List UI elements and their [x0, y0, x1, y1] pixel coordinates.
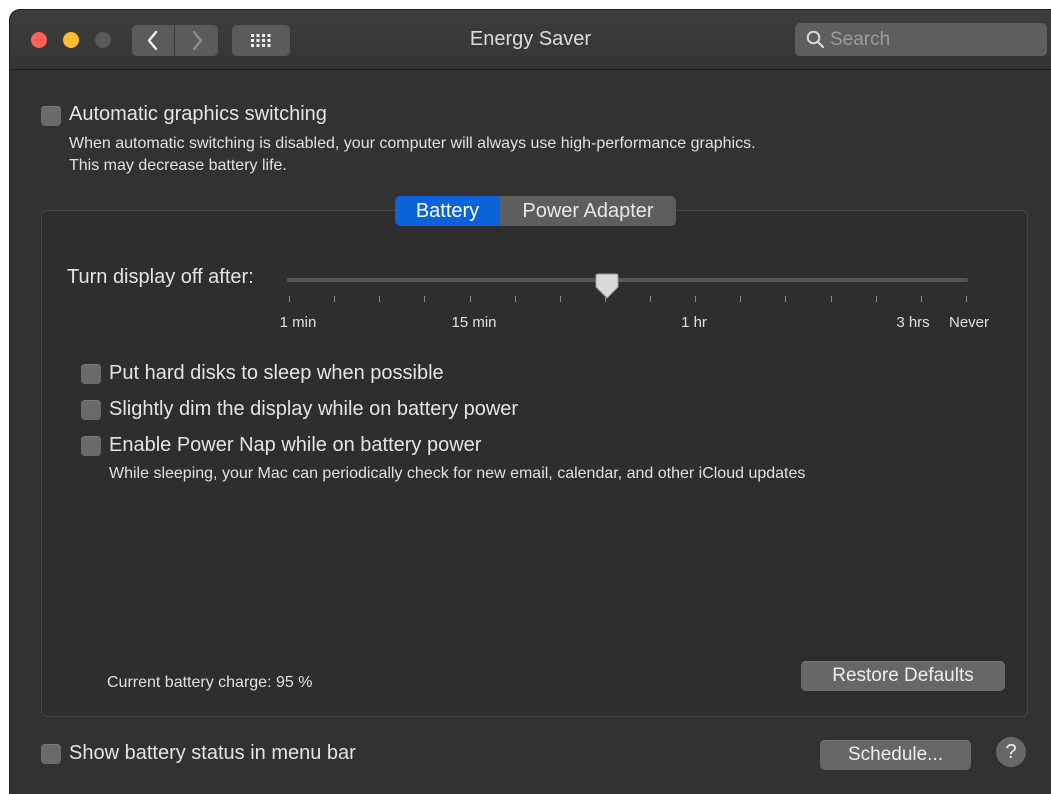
grid-icon [251, 34, 271, 47]
back-button[interactable] [132, 25, 174, 56]
search-input[interactable] [830, 23, 1040, 56]
display-sleep-slider-track[interactable] [287, 278, 968, 282]
battery-charge-status: Current battery charge: 95 % [107, 674, 313, 691]
search-field[interactable] [795, 23, 1047, 56]
slider-tick [695, 296, 697, 302]
power-nap-checkbox[interactable] [81, 436, 101, 456]
tab-battery[interactable]: Battery [395, 196, 500, 226]
slider-tick [785, 296, 787, 302]
schedule-button[interactable]: Schedule... [820, 740, 971, 770]
energy-saver-window: Energy Saver Automatic graphics switchin… [10, 10, 1051, 794]
chevron-left-icon [147, 30, 158, 51]
graphics-description-line2: This may decrease battery life. [69, 157, 287, 174]
slider-tick [379, 296, 381, 302]
show-battery-status-checkbox[interactable] [41, 744, 61, 764]
slider-tick [289, 296, 290, 302]
power-nap-label: Enable Power Nap while on battery power [109, 434, 482, 456]
minimize-window-button[interactable] [63, 32, 79, 48]
slider-tick [424, 296, 426, 302]
help-button[interactable]: ? [996, 737, 1026, 767]
dim-display-checkbox[interactable] [81, 400, 101, 420]
power-nap-description: While sleeping, your Mac can periodicall… [109, 465, 806, 482]
slider-tick [966, 296, 967, 302]
hard-disk-sleep-checkbox[interactable] [81, 364, 101, 384]
graphics-switching-label: Automatic graphics switching [69, 103, 327, 125]
tick-label-15-min: 15 min [451, 314, 497, 331]
slider-tick [514, 296, 516, 302]
display-sleep-label: Turn display off after: [67, 266, 254, 288]
forward-button[interactable] [175, 25, 218, 56]
search-icon [806, 30, 825, 49]
slider-tick [830, 296, 832, 302]
show-battery-status-label: Show battery status in menu bar [69, 742, 356, 764]
slider-tick [875, 296, 877, 302]
tick-label-1-hr: 1 hr [681, 314, 707, 331]
slider-tick [740, 296, 742, 302]
graphics-description-line1: When automatic switching is disabled, yo… [69, 135, 756, 152]
tick-label-never: Never [948, 314, 990, 331]
slider-tick [559, 296, 561, 302]
zoom-window-button[interactable] [95, 32, 111, 48]
slider-tick [469, 296, 471, 302]
show-all-button[interactable] [232, 25, 290, 56]
tab-power-adapter[interactable]: Power Adapter [500, 196, 676, 226]
display-sleep-slider-thumb[interactable] [595, 272, 619, 300]
slider-tick [920, 296, 922, 302]
slider-tick [604, 296, 606, 302]
dim-display-label: Slightly dim the display while on batter… [109, 398, 519, 420]
restore-defaults-button[interactable]: Restore Defaults [801, 661, 1005, 691]
slider-tick [334, 296, 336, 302]
slider-tick [650, 296, 652, 302]
tick-label-3-hrs: 3 hrs [896, 314, 930, 331]
chevron-right-icon [192, 30, 202, 51]
tick-label-1-min: 1 min [279, 314, 317, 331]
title-bar: Energy Saver [10, 10, 1051, 70]
graphics-switching-checkbox[interactable] [41, 106, 61, 126]
hard-disk-sleep-label: Put hard disks to sleep when possible [109, 362, 444, 384]
close-window-button[interactable] [31, 32, 47, 48]
